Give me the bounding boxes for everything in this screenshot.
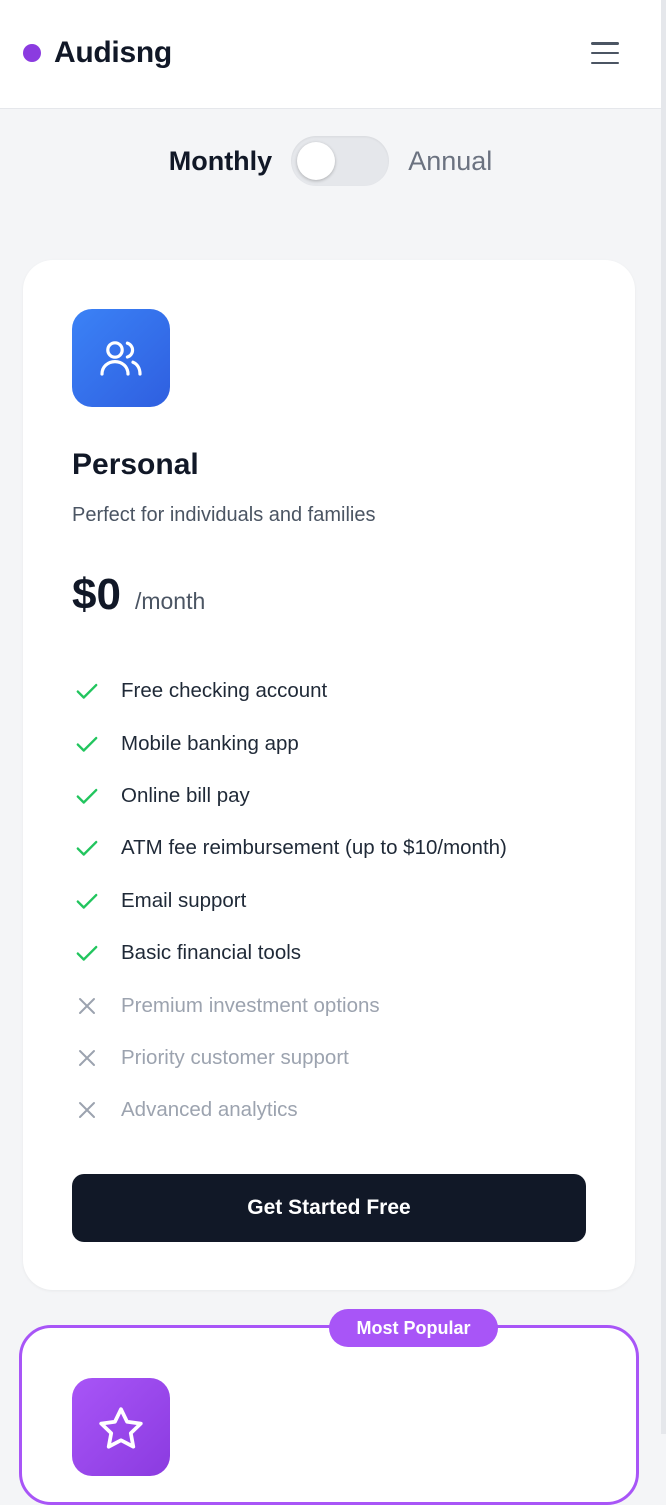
check-icon [72, 938, 102, 968]
plan-name: Personal [72, 448, 199, 481]
feature-item: Premium investment options [72, 979, 612, 1031]
cross-icon [72, 991, 102, 1021]
billing-toggle-switch[interactable] [291, 136, 390, 186]
site-header: Audisng [0, 0, 661, 109]
annual-label[interactable]: Annual [408, 146, 492, 177]
users-icon [72, 309, 170, 407]
feature-item: Online bill pay [72, 770, 612, 822]
check-icon [72, 729, 102, 759]
toggle-knob [297, 142, 336, 180]
feature-label: Free checking account [121, 679, 328, 703]
check-icon [72, 833, 102, 863]
plan-card-popular [19, 1325, 639, 1505]
plan-period: /month [134, 588, 206, 614]
feature-item: Advanced analytics [72, 1084, 612, 1136]
feature-item: ATM fee reimbursement (up to $10/month) [72, 822, 612, 874]
feature-label: Priority customer support [121, 1045, 349, 1069]
brand-name: Audisng [54, 36, 172, 69]
plan-price: $0 [72, 570, 121, 619]
feature-label: Online bill pay [121, 783, 250, 807]
get-started-free-button[interactable]: Get Started Free [72, 1174, 586, 1242]
check-icon [72, 676, 102, 706]
check-icon [72, 781, 102, 811]
brand-dot-icon [23, 44, 41, 62]
monthly-label[interactable]: Monthly [169, 146, 272, 177]
page-scrollbar[interactable] [661, 0, 666, 1434]
brand-logo[interactable]: Audisng [23, 36, 172, 70]
most-popular-badge: Most Popular [329, 1309, 498, 1347]
feature-label: Email support [121, 888, 247, 912]
cross-icon [72, 1095, 102, 1125]
feature-list: Free checking account Mobile banking app… [72, 665, 612, 1137]
price-row: $0 /month [72, 570, 205, 620]
check-icon [72, 886, 102, 916]
feature-label: Advanced analytics [121, 1098, 298, 1122]
hamburger-menu-icon[interactable] [588, 38, 622, 68]
feature-item: Basic financial tools [72, 927, 612, 979]
plan-card-personal: Personal Perfect for individuals and fam… [23, 260, 635, 1290]
feature-label: ATM fee reimbursement (up to $10/month) [121, 836, 507, 860]
feature-item: Free checking account [72, 665, 612, 717]
billing-period-toggle-row: Monthly Annual [0, 135, 661, 187]
feature-label: Mobile banking app [121, 731, 299, 755]
plan-description: Perfect for individuals and families [72, 504, 376, 526]
cross-icon [72, 1043, 102, 1073]
feature-label: Premium investment options [121, 993, 380, 1017]
star-icon [72, 1378, 170, 1476]
feature-label: Basic financial tools [121, 941, 302, 965]
feature-item: Mobile banking app [72, 717, 612, 769]
feature-item: Priority customer support [72, 1032, 612, 1084]
feature-item: Email support [72, 875, 612, 927]
